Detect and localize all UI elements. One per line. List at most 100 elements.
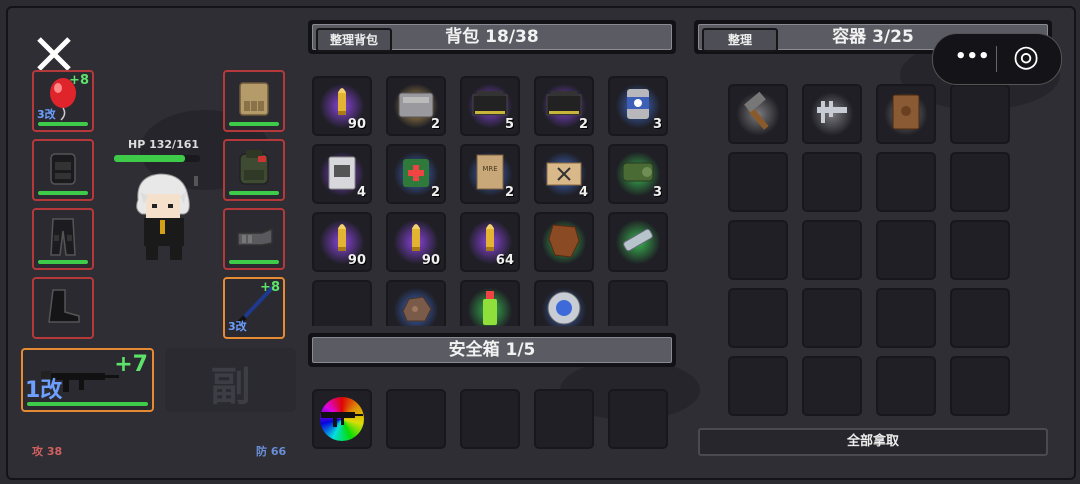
- durability-bar: [229, 191, 279, 195]
- inventory-slot[interactable]: [386, 280, 446, 326]
- empty-slot[interactable]: [534, 389, 594, 449]
- empty-slot[interactable]: [728, 152, 788, 212]
- item-count: 2: [430, 117, 440, 132]
- container-slot[interactable]: [728, 84, 788, 144]
- drink-bottle-icon: [483, 290, 497, 325]
- item-count: 3: [652, 185, 662, 200]
- empty-slot[interactable]: [460, 389, 520, 449]
- inventory-slot[interactable]: 4: [312, 144, 372, 204]
- durability-bar: [38, 122, 88, 126]
- safe-box-slot[interactable]: [312, 389, 372, 449]
- inventory-slot[interactable]: [534, 280, 594, 326]
- hammer-icon: [744, 91, 769, 130]
- item-count: 4: [578, 185, 588, 200]
- miniprogram-capsule: ••• ◎: [932, 33, 1062, 85]
- empty-slot[interactable]: [608, 280, 668, 326]
- empty-slot[interactable]: [802, 288, 862, 348]
- inventory-slot[interactable]: [460, 280, 520, 326]
- backpack-icon: [239, 149, 269, 185]
- empty-slot[interactable]: [876, 152, 936, 212]
- plate-carrier-icon: [239, 81, 269, 116]
- safe-box-title: 安全箱 1/5: [448, 340, 536, 360]
- item-count: 5: [504, 117, 514, 132]
- empty-slot[interactable]: [950, 84, 1010, 144]
- empty-slot[interactable]: [802, 356, 862, 416]
- empty-slot[interactable]: [802, 152, 862, 212]
- character-avatar[interactable]: [126, 170, 206, 265]
- inventory-slot[interactable]: [534, 212, 594, 272]
- empty-slot[interactable]: [950, 356, 1010, 416]
- vest-slot[interactable]: [223, 70, 285, 132]
- inventory-slot[interactable]: 2: [386, 144, 446, 204]
- item-count: 90: [347, 253, 366, 268]
- backpack-slot[interactable]: [223, 139, 285, 201]
- empty-slot[interactable]: [950, 220, 1010, 280]
- sword-plus: +8: [260, 280, 280, 295]
- primary-weapon-slot[interactable]: +7 1改: [21, 348, 154, 412]
- sort-container-button[interactable]: 整理: [702, 28, 778, 52]
- target-icon[interactable]: ◎: [1013, 39, 1039, 74]
- item-count: 90: [347, 117, 366, 132]
- take-all-button[interactable]: 全部拿取: [698, 428, 1048, 456]
- empty-slot[interactable]: [728, 288, 788, 348]
- melee-slot[interactable]: +8 3改: [223, 277, 285, 339]
- defense-stat: 防 66: [256, 445, 287, 458]
- item-count: 3: [652, 117, 662, 132]
- item-count: 2: [578, 117, 588, 132]
- inventory-slot[interactable]: 2: [534, 76, 594, 136]
- item-count: 2: [504, 185, 514, 200]
- durability-bar: [229, 260, 279, 264]
- ore-icon: [402, 296, 432, 322]
- empty-slot[interactable]: [386, 389, 446, 449]
- empty-slot[interactable]: [950, 288, 1010, 348]
- inventory-slot[interactable]: 3: [608, 76, 668, 136]
- hp-bar-fill: [114, 155, 185, 162]
- item-count: 64: [495, 253, 514, 268]
- inventory-slot[interactable]: 90: [386, 212, 446, 272]
- empty-slot[interactable]: [728, 220, 788, 280]
- item-count: 90: [421, 253, 440, 268]
- container-grid: [728, 84, 1020, 424]
- inventory-slot[interactable]: 64: [460, 212, 520, 272]
- inventory-slot[interactable]: 90: [312, 212, 372, 272]
- container-slot[interactable]: [802, 84, 862, 144]
- rifle-icon: [321, 411, 363, 427]
- close-icon: [37, 37, 71, 71]
- empty-slot[interactable]: [608, 389, 668, 449]
- backpack-grid: 90 2 5 2 3 4 2 MRE 2 4 3 90 90 64: [312, 76, 676, 326]
- inventory-slot[interactable]: MRE 2: [460, 144, 520, 204]
- inventory-slot[interactable]: 90: [312, 76, 372, 136]
- hp-bar: [114, 155, 200, 162]
- pants-icon: [50, 217, 76, 256]
- empty-slot[interactable]: [802, 220, 862, 280]
- pants-slot[interactable]: [32, 208, 94, 270]
- inventory-slot[interactable]: 2: [386, 76, 446, 136]
- empty-slot[interactable]: [950, 152, 1010, 212]
- rifle-mod: 1改: [25, 378, 63, 403]
- caliper-icon: [817, 100, 847, 123]
- gloves-slot[interactable]: [223, 208, 285, 270]
- balloon-slot[interactable]: +8 3改: [32, 70, 94, 132]
- helmet-slot[interactable]: [32, 139, 94, 201]
- inventory-slot[interactable]: 5: [460, 76, 520, 136]
- leather-icon: [548, 224, 580, 258]
- inventory-slot[interactable]: [608, 212, 668, 272]
- item-count: 4: [356, 185, 366, 200]
- close-button[interactable]: [34, 34, 74, 74]
- container-slot[interactable]: [876, 84, 936, 144]
- more-icon[interactable]: •••: [955, 46, 990, 67]
- flashlight-icon: [623, 228, 653, 251]
- empty-slot[interactable]: [876, 220, 936, 280]
- empty-slot[interactable]: [876, 356, 936, 416]
- inventory-slot[interactable]: 4: [534, 144, 594, 204]
- empty-slot[interactable]: [876, 288, 936, 348]
- sort-backpack-button[interactable]: 整理背包: [316, 28, 392, 52]
- armor-vest-icon: [50, 152, 76, 185]
- attack-stat: 攻 38: [32, 445, 63, 458]
- empty-slot[interactable]: [728, 356, 788, 416]
- inventory-slot[interactable]: 3: [608, 144, 668, 204]
- secondary-weapon-slot[interactable]: 副: [165, 348, 296, 412]
- empty-slot[interactable]: [312, 280, 372, 326]
- balloon-mod: 3改: [37, 108, 56, 121]
- boots-slot[interactable]: [32, 277, 94, 339]
